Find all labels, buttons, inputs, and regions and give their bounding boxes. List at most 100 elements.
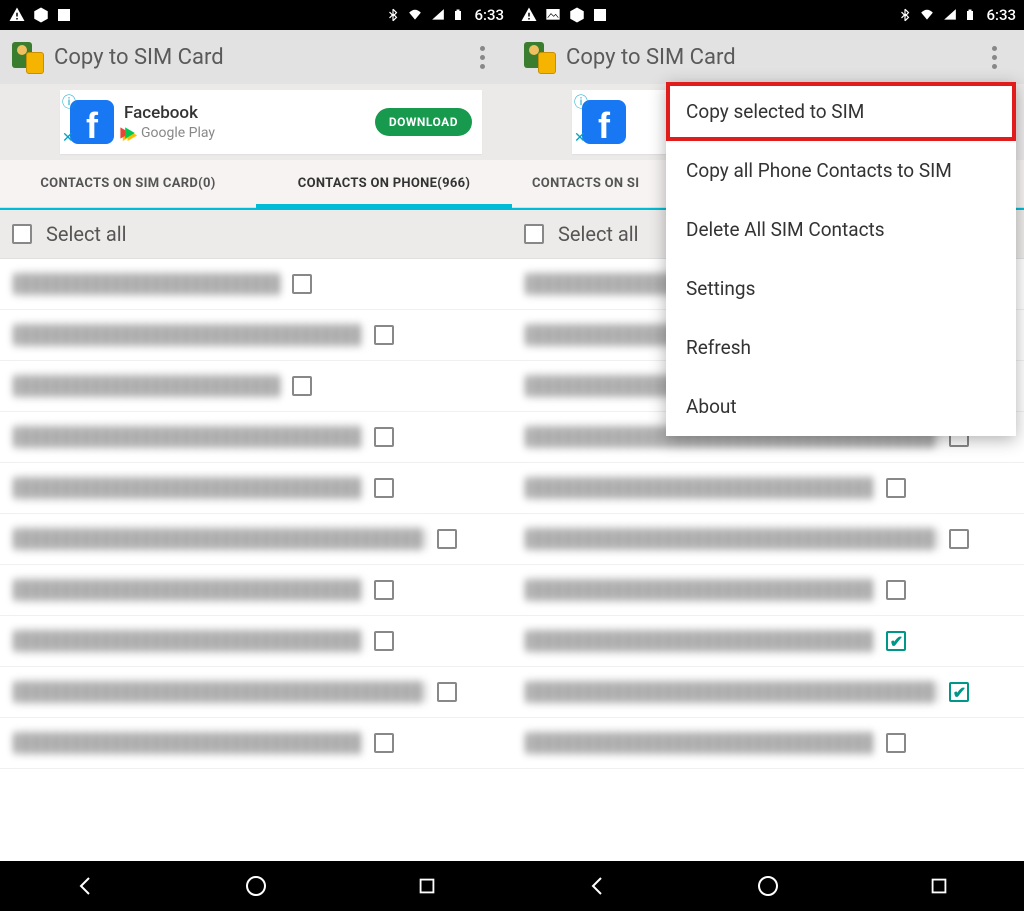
square-icon [56, 7, 72, 23]
contact-checkbox[interactable] [949, 682, 969, 702]
contact-row[interactable] [512, 616, 1024, 667]
contact-row[interactable] [0, 463, 512, 514]
contact-blurred-text [526, 528, 937, 550]
overflow-menu-button[interactable] [974, 37, 1014, 77]
menu-refresh[interactable]: Refresh [666, 318, 1016, 377]
hexagon-icon [568, 6, 586, 24]
facebook-logo-icon: f [582, 100, 626, 144]
signal-icon [430, 8, 446, 22]
ad-info-icon[interactable]: ⓘ [62, 92, 76, 112]
contact-checkbox[interactable] [292, 376, 312, 396]
contact-checkbox[interactable] [886, 631, 906, 651]
status-bar: 6:33 [0, 0, 512, 30]
tab-phone-contacts[interactable]: CONTACTS ON PHONE(966) [256, 160, 512, 207]
more-vert-icon [480, 46, 485, 69]
select-all-label: Select all [558, 222, 639, 246]
contact-blurred-text [14, 732, 362, 754]
contact-row[interactable] [0, 310, 512, 361]
contact-checkbox[interactable] [886, 478, 906, 498]
android-nav-bar [0, 861, 512, 911]
overflow-menu-button[interactable] [462, 37, 502, 77]
contact-blurred-text [526, 630, 874, 652]
android-nav-bar [512, 861, 1024, 911]
nav-recents-button[interactable] [412, 871, 442, 901]
contacts-list [0, 259, 512, 861]
overflow-menu: Copy selected to SIM Copy all Phone Cont… [666, 82, 1016, 436]
status-bar: 6:33 [512, 0, 1024, 30]
ad-title: Facebook [124, 103, 365, 123]
select-all-label: Select all [46, 222, 127, 246]
contact-row[interactable] [0, 361, 512, 412]
contact-row[interactable] [0, 259, 512, 310]
ad-info-icon[interactable]: ⓘ [574, 92, 588, 112]
warning-icon [520, 6, 538, 24]
bluetooth-icon [386, 6, 400, 24]
phone-right: 6:33 Copy to SIM Card ⓘ ✕ f [512, 0, 1024, 911]
menu-copy-all[interactable]: Copy all Phone Contacts to SIM [666, 141, 1016, 200]
nav-back-button[interactable] [582, 871, 612, 901]
contact-blurred-text [526, 732, 874, 754]
contact-blurred-text [526, 579, 874, 601]
contact-row[interactable] [0, 718, 512, 769]
ad-close-icon[interactable]: ✕ [574, 130, 588, 146]
select-all-checkbox[interactable] [524, 224, 544, 244]
menu-copy-selected[interactable]: Copy selected to SIM [666, 82, 1016, 141]
contact-blurred-text [14, 579, 362, 601]
contact-row[interactable] [512, 667, 1024, 718]
contact-row[interactable] [512, 565, 1024, 616]
nav-back-button[interactable] [70, 871, 100, 901]
contact-row[interactable] [0, 616, 512, 667]
contact-row[interactable] [512, 718, 1024, 769]
contact-checkbox[interactable] [292, 274, 312, 294]
ad-close-icon[interactable]: ✕ [62, 130, 76, 146]
contact-row[interactable] [512, 514, 1024, 565]
contact-row[interactable] [0, 412, 512, 463]
nav-recents-button[interactable] [924, 871, 954, 901]
contact-checkbox[interactable] [437, 682, 457, 702]
tab-sim-contacts[interactable]: CONTACTS ON SI [512, 160, 662, 207]
tab-sim-contacts[interactable]: CONTACTS ON SIM CARD(0) [0, 160, 256, 207]
hexagon-icon [32, 6, 50, 24]
app-title: Copy to SIM Card [54, 45, 452, 70]
app-icon [522, 40, 556, 74]
contact-checkbox[interactable] [886, 580, 906, 600]
contact-blurred-text [14, 681, 425, 703]
menu-settings[interactable]: Settings [666, 259, 1016, 318]
facebook-logo-icon: f [70, 100, 114, 144]
contact-row[interactable] [512, 463, 1024, 514]
contact-checkbox[interactable] [374, 325, 394, 345]
contact-row[interactable] [0, 667, 512, 718]
contact-row[interactable] [0, 565, 512, 616]
contact-blurred-text [14, 324, 362, 346]
contact-checkbox[interactable] [374, 733, 394, 753]
signal-icon [942, 8, 958, 22]
bluetooth-icon [898, 6, 912, 24]
nav-home-button[interactable] [753, 871, 783, 901]
ad-download-button[interactable]: DOWNLOAD [375, 108, 472, 136]
ad-banner[interactable]: ⓘ ✕ f Facebook Google Play DOWNLOAD [0, 84, 512, 160]
select-all-row[interactable]: Select all [0, 210, 512, 259]
contact-checkbox[interactable] [374, 631, 394, 651]
clock-text: 6:33 [986, 6, 1016, 24]
contact-checkbox[interactable] [374, 427, 394, 447]
contact-checkbox[interactable] [374, 478, 394, 498]
select-all-checkbox[interactable] [12, 224, 32, 244]
menu-about[interactable]: About [666, 377, 1016, 436]
contact-checkbox[interactable] [374, 580, 394, 600]
image-icon [544, 7, 562, 23]
nav-home-button[interactable] [241, 871, 271, 901]
menu-delete-all[interactable]: Delete All SIM Contacts [666, 200, 1016, 259]
app-title: Copy to SIM Card [566, 45, 964, 70]
contact-checkbox[interactable] [949, 529, 969, 549]
contact-checkbox[interactable] [437, 529, 457, 549]
warning-icon [8, 6, 26, 24]
app-icon [10, 40, 44, 74]
contact-blurred-text [526, 681, 937, 703]
contact-blurred-text [14, 477, 362, 499]
contact-blurred-text [14, 426, 362, 448]
battery-icon [964, 6, 976, 24]
app-bar: Copy to SIM Card [0, 30, 512, 84]
contact-checkbox[interactable] [886, 733, 906, 753]
contact-row[interactable] [0, 514, 512, 565]
wifi-icon [918, 8, 936, 22]
